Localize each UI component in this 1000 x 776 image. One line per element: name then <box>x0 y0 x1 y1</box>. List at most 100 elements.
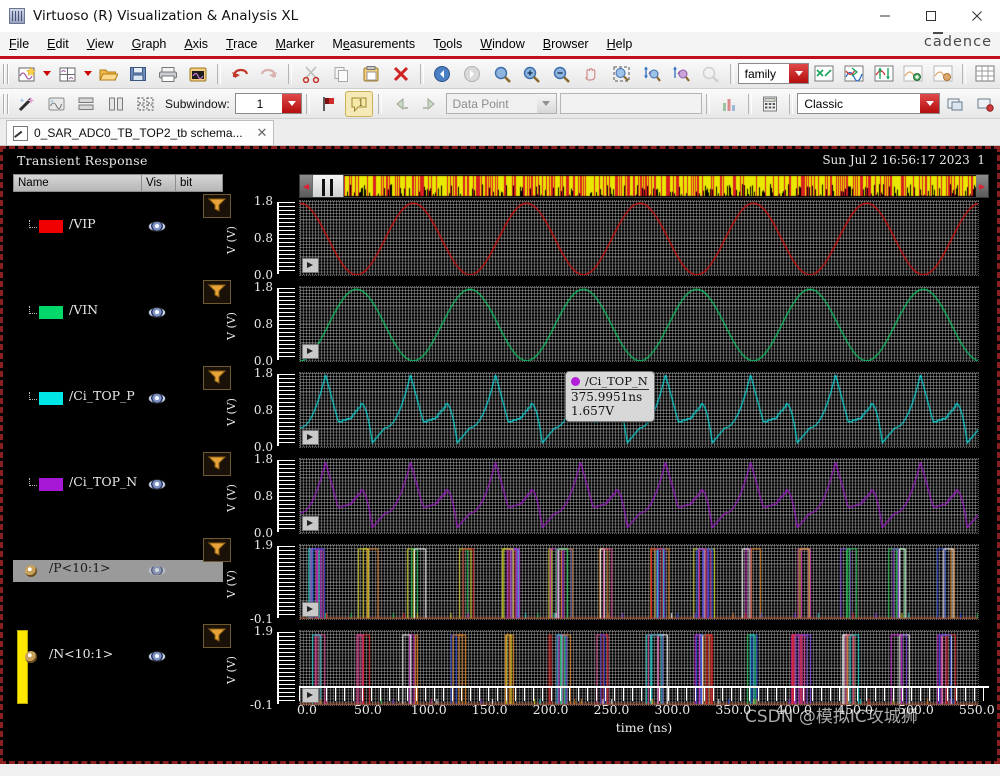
overview-thumb[interactable] <box>312 175 344 197</box>
bus-expand-icon[interactable] <box>25 565 37 577</box>
visibility-eye-icon[interactable] <box>149 566 165 575</box>
pane-expand-button[interactable] <box>302 344 319 359</box>
toolbar-grip[interactable] <box>3 63 10 84</box>
style-combo-arrow[interactable] <box>920 94 940 113</box>
visibility-eye-icon[interactable] <box>149 394 165 403</box>
zoom-out-icon[interactable] <box>548 61 576 87</box>
tab-close-icon[interactable]: ✕ <box>249 125 268 141</box>
magic-wand-icon[interactable] <box>13 91 41 117</box>
split-traces-icon[interactable] <box>870 61 898 87</box>
subwindow-combo[interactable]: 1 <box>234 93 303 114</box>
marker-tooltip[interactable]: /Ci_TOP_N 375.9951ns 1.657V <box>565 371 655 422</box>
marker-expression-input[interactable] <box>559 93 702 114</box>
new-waveform-icon[interactable] <box>13 61 41 87</box>
pane-expand-button[interactable] <box>302 688 319 703</box>
save-icon[interactable] <box>124 61 152 87</box>
tab-schematic[interactable]: 0_SAR_ADC0_TB_TOP2_tb schema... ✕ <box>6 120 275 145</box>
legend-row[interactable]: /VIP <box>13 194 231 280</box>
pane-expand-button[interactable] <box>302 516 319 531</box>
plot-clipboard-icon[interactable] <box>184 61 212 87</box>
legend-row[interactable]: /N<10:1> <box>13 624 231 710</box>
pane-expand-button[interactable] <box>302 430 319 445</box>
zoom-reset-icon[interactable] <box>697 61 725 87</box>
visibility-eye-icon[interactable] <box>149 652 165 661</box>
legend-row[interactable]: /VIN <box>13 280 231 366</box>
remove-trace-icon[interactable] <box>929 61 957 87</box>
forward-icon[interactable] <box>458 61 486 87</box>
swap-traces-icon[interactable] <box>810 61 838 87</box>
visibility-eye-icon[interactable] <box>149 308 165 317</box>
annotation-icon[interactable]: 1 <box>345 90 373 117</box>
overview-scroll-right-icon[interactable]: ▶ <box>976 182 988 191</box>
menu-graph[interactable]: Graph <box>123 32 176 56</box>
toolbar-grip[interactable] <box>3 93 10 114</box>
undo-icon[interactable] <box>226 61 254 87</box>
open-icon[interactable] <box>94 61 122 87</box>
add-trace-icon[interactable] <box>900 61 928 87</box>
prev-marker-icon[interactable] <box>387 91 415 117</box>
zoom-area-icon[interactable] <box>607 61 635 87</box>
overview-track[interactable] <box>312 175 976 197</box>
delete-icon[interactable] <box>387 61 415 87</box>
new-subwindow-dropdown[interactable] <box>83 63 94 85</box>
histogram-icon[interactable] <box>715 91 743 117</box>
menu-edit[interactable]: Edit <box>38 32 78 56</box>
pan-hand-icon[interactable] <box>578 61 606 87</box>
paste-icon[interactable] <box>357 61 385 87</box>
menu-view[interactable]: View <box>78 32 123 56</box>
legend-row[interactable]: /Ci_TOP_N <box>13 452 231 538</box>
print-icon[interactable] <box>154 61 182 87</box>
waveform-canvas[interactable] <box>299 544 979 620</box>
legend-row[interactable]: /P<10:1> <box>13 538 231 624</box>
menu-browser[interactable]: Browser <box>534 32 598 56</box>
menu-trace[interactable]: Trace <box>217 32 267 56</box>
style-combo[interactable]: Classic <box>797 93 941 114</box>
signal-color-swatch[interactable] <box>39 220 63 233</box>
subwindow-combo-arrow[interactable] <box>282 94 302 113</box>
visibility-eye-icon[interactable] <box>149 480 165 489</box>
flag-marker-icon[interactable] <box>315 91 343 117</box>
signal-color-swatch[interactable] <box>39 392 63 405</box>
datapoint-combo[interactable]: Data Point <box>445 93 557 114</box>
grid-layout-icon[interactable] <box>132 91 160 117</box>
zoom-y-icon[interactable] <box>637 61 665 87</box>
new-subwindow-icon[interactable] <box>54 61 82 87</box>
signal-color-swatch[interactable] <box>39 478 63 491</box>
copy-icon[interactable] <box>327 61 355 87</box>
bus-expand-icon[interactable] <box>25 651 37 663</box>
visibility-eye-icon[interactable] <box>149 222 165 231</box>
pane-expand-button[interactable] <box>302 602 319 617</box>
next-marker-icon[interactable] <box>417 91 445 117</box>
family-combo[interactable]: family <box>737 63 810 84</box>
minimize-button[interactable] <box>862 0 908 32</box>
menu-measurements[interactable]: Measurements <box>323 32 424 56</box>
waveform-canvas[interactable] <box>299 286 979 362</box>
menu-help[interactable]: Help <box>598 32 642 56</box>
calculator-icon[interactable] <box>757 91 785 117</box>
signal-color-swatch[interactable] <box>39 306 63 319</box>
legend-row[interactable]: /Ci_TOP_P <box>13 366 231 452</box>
close-window-icon[interactable] <box>971 91 999 117</box>
strip-chart-icon[interactable] <box>43 91 71 117</box>
zoom-in-icon[interactable] <box>518 61 546 87</box>
overview-scrollbar[interactable]: ◀ ▶ <box>299 174 989 198</box>
menu-file[interactable]: FFileile <box>0 32 38 56</box>
new-waveform-dropdown[interactable] <box>42 63 53 85</box>
maximize-button[interactable] <box>908 0 954 32</box>
zoom-fit-icon[interactable] <box>488 61 516 87</box>
menu-marker[interactable]: Marker <box>266 32 323 56</box>
columns-layout-icon[interactable] <box>102 91 130 117</box>
overview-scroll-left-icon[interactable]: ◀ <box>300 182 312 191</box>
menu-axis[interactable]: Axis <box>175 32 217 56</box>
redo-icon[interactable] <box>255 61 283 87</box>
cut-icon[interactable] <box>297 61 325 87</box>
datapoint-combo-arrow[interactable] <box>536 94 556 113</box>
waveform-canvas[interactable] <box>299 200 979 276</box>
back-icon[interactable] <box>429 61 457 87</box>
zoom-x-icon[interactable] <box>667 61 695 87</box>
close-button[interactable] <box>954 0 1000 32</box>
pane-expand-button[interactable] <box>302 258 319 273</box>
family-combo-arrow[interactable] <box>789 64 809 83</box>
waveform-canvas[interactable] <box>299 458 979 534</box>
menu-tools[interactable]: Tools <box>424 32 471 56</box>
